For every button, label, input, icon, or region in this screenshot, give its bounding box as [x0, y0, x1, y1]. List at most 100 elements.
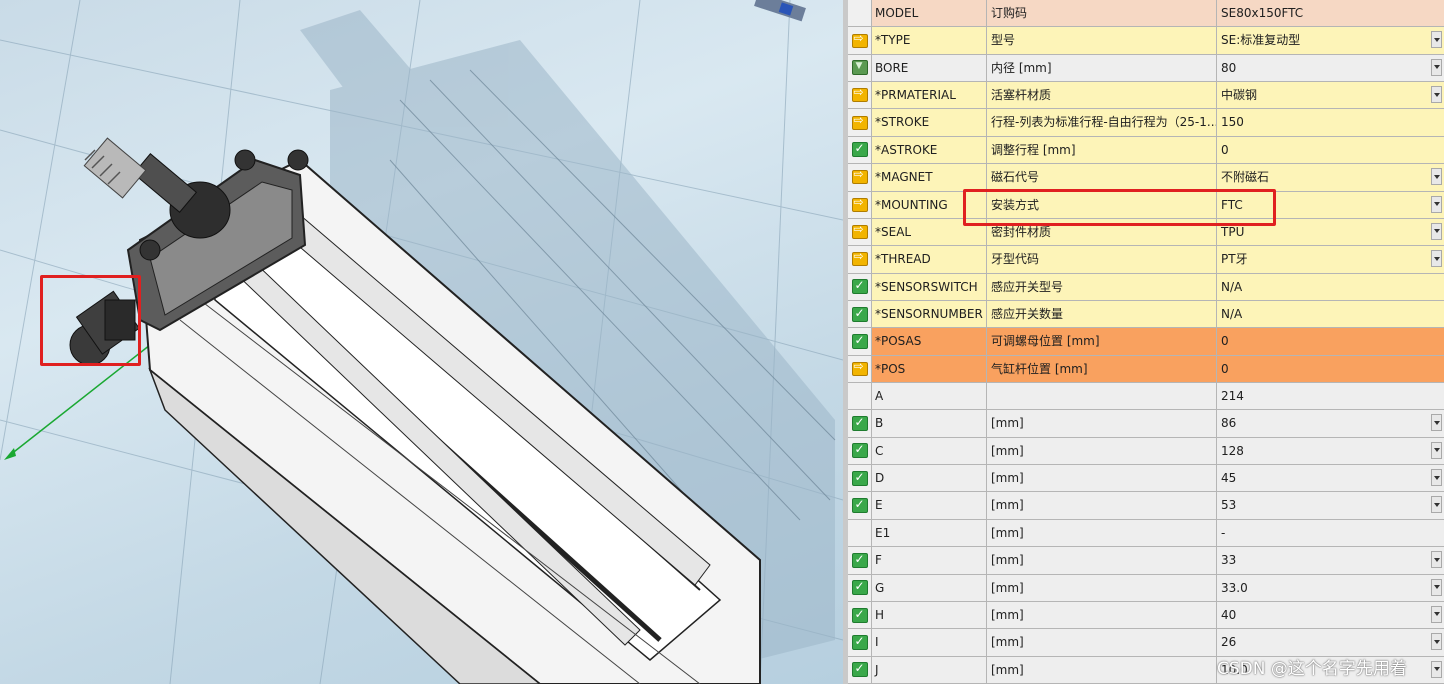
check-icon[interactable]: [851, 278, 868, 295]
dropdown-arrow-icon[interactable]: [1431, 660, 1442, 678]
arrow-icon[interactable]: [851, 167, 868, 185]
check-icon[interactable]: [851, 497, 868, 514]
3d-viewport[interactable]: [0, 0, 843, 684]
row-status-cell[interactable]: [848, 27, 872, 54]
row-status-cell[interactable]: [848, 547, 872, 574]
parameter-value-cell[interactable]: N/A: [1217, 300, 1431, 328]
parameter-value-cell[interactable]: PT牙: [1217, 246, 1431, 273]
parameter-row[interactable]: B[mm]86: [848, 410, 1444, 438]
row-status-cell[interactable]: [848, 273, 872, 300]
row-status-cell[interactable]: [848, 218, 872, 246]
parameter-row[interactable]: C[mm]128: [848, 437, 1444, 466]
check-icon[interactable]: [851, 552, 868, 568]
check-icon[interactable]: [851, 579, 868, 596]
dropdown-arrow-icon[interactable]: [1431, 578, 1442, 596]
parameter-value-cell[interactable]: 45: [1217, 465, 1431, 492]
row-status-cell[interactable]: [848, 574, 872, 601]
check-icon[interactable]: [851, 415, 868, 432]
parameter-row[interactable]: E[mm]53: [848, 492, 1444, 520]
dropdown-arrow-icon[interactable]: [1431, 31, 1442, 49]
row-status-cell[interactable]: [848, 0, 872, 27]
row-status-cell[interactable]: [848, 246, 872, 273]
parameter-row[interactable]: BORE内径 [mm]80: [848, 54, 1444, 83]
row-status-cell[interactable]: [848, 164, 872, 191]
parameter-row[interactable]: A 214: [848, 383, 1444, 411]
parameter-value-cell[interactable]: 40: [1217, 601, 1431, 629]
row-status-cell[interactable]: [848, 82, 872, 109]
row-status-cell[interactable]: [848, 54, 872, 82]
parameter-value-cell[interactable]: 128: [1217, 437, 1431, 465]
check-icon[interactable]: [851, 634, 868, 650]
parameter-value-cell[interactable]: 33.0: [1217, 574, 1431, 601]
row-status-cell[interactable]: [848, 465, 872, 492]
dropdown-arrow-icon[interactable]: [1431, 168, 1442, 186]
parameter-row[interactable]: MODEL 订购码 SE80x150FTC: [848, 0, 1444, 28]
parameter-row[interactable]: D[mm]45: [848, 465, 1444, 493]
dropdown-arrow-icon[interactable]: [1431, 469, 1442, 487]
parameter-row[interactable]: H[mm]40: [848, 601, 1444, 630]
parameter-row[interactable]: E1 [mm] -: [848, 519, 1444, 548]
arrow-icon[interactable]: [851, 359, 868, 376]
row-status-cell[interactable]: [848, 492, 872, 519]
parameter-value-cell[interactable]: 0: [1217, 136, 1431, 164]
dropdown-arrow-icon[interactable]: [1431, 250, 1442, 268]
row-status-cell[interactable]: [848, 300, 872, 328]
parameter-value-cell[interactable]: 中碳钢: [1217, 82, 1431, 109]
parameter-row[interactable]: F[mm]33: [848, 547, 1444, 575]
parameter-value-cell[interactable]: 0: [1217, 328, 1431, 355]
parameter-row[interactable]: *POSAS可调螺母位置 [mm]0: [848, 328, 1444, 356]
parameter-row[interactable]: I[mm]26: [848, 629, 1444, 657]
check-icon[interactable]: [851, 141, 868, 158]
parameter-value-cell[interactable]: 不附磁石: [1217, 164, 1431, 191]
parameter-value-cell[interactable]: SE80x150FTC: [1217, 0, 1431, 27]
parameter-row[interactable]: *THREAD牙型代码PT牙: [848, 246, 1444, 274]
dropdown-arrow-icon[interactable]: [1431, 441, 1442, 459]
arrow-icon[interactable]: [851, 222, 868, 240]
parameter-row[interactable]: *TYPE型号SE:标准复动型: [848, 27, 1444, 55]
dropdown-arrow-icon[interactable]: [1431, 58, 1442, 76]
arrow-icon[interactable]: [851, 31, 868, 48]
row-status-cell[interactable]: [848, 601, 872, 629]
parameter-row[interactable]: *SENSORNUMBER感应开关数量N/A: [848, 300, 1444, 329]
parameter-value-cell[interactable]: 53: [1217, 492, 1431, 519]
parameter-row[interactable]: *POS气缸杆位置 [mm]0: [848, 355, 1444, 384]
dropdown-arrow-icon[interactable]: [1431, 195, 1442, 213]
parameter-row[interactable]: *ASTROKE调整行程 [mm]0: [848, 136, 1444, 165]
parameter-value-cell[interactable]: 86: [1217, 410, 1431, 437]
parameter-value-cell[interactable]: 26: [1217, 629, 1431, 656]
parameter-value-cell[interactable]: 33: [1217, 547, 1431, 574]
parameter-value-cell[interactable]: 214: [1217, 383, 1431, 410]
parameter-value-cell[interactable]: 0: [1217, 355, 1431, 383]
parameter-value-cell[interactable]: -: [1217, 519, 1431, 547]
parameter-value-cell[interactable]: N/A: [1217, 273, 1431, 300]
row-status-cell[interactable]: [848, 656, 872, 683]
check-icon[interactable]: [851, 306, 868, 322]
dropdown-arrow-icon[interactable]: [1431, 605, 1442, 623]
parameter-row[interactable]: *STROKE行程-列表为标准行程-自由行程为（25-1...150: [848, 109, 1444, 137]
check-icon[interactable]: [851, 661, 868, 678]
dropdown-arrow-icon[interactable]: [1431, 633, 1442, 651]
dropdown-arrow-icon[interactable]: [1431, 86, 1442, 104]
row-status-cell[interactable]: [848, 191, 872, 218]
parameter-row[interactable]: *MAGNET磁石代号不附磁石: [848, 164, 1444, 192]
check-icon[interactable]: [851, 442, 868, 459]
arrow-icon[interactable]: [851, 113, 868, 130]
filter-icon[interactable]: [851, 60, 868, 76]
parameter-value-cell[interactable]: 80: [1217, 54, 1431, 82]
dropdown-arrow-icon[interactable]: [1431, 496, 1442, 514]
arrow-icon[interactable]: [851, 195, 868, 212]
row-status-cell[interactable]: [848, 519, 872, 547]
parameter-row[interactable]: *PRMATERIAL活塞杆材质中碳钢: [848, 82, 1444, 110]
row-status-cell[interactable]: [848, 355, 872, 383]
row-status-cell[interactable]: [848, 136, 872, 164]
check-icon[interactable]: [851, 333, 868, 349]
row-status-cell[interactable]: [848, 629, 872, 656]
parameter-value-cell[interactable]: 150: [1217, 109, 1431, 136]
check-icon[interactable]: [851, 607, 868, 623]
parameter-value-cell[interactable]: SE:标准复动型: [1217, 27, 1431, 54]
dropdown-arrow-icon[interactable]: [1431, 222, 1442, 240]
arrow-icon[interactable]: [851, 249, 868, 267]
row-status-cell[interactable]: [848, 109, 872, 136]
check-icon[interactable]: [851, 470, 868, 486]
row-status-cell[interactable]: [848, 328, 872, 355]
